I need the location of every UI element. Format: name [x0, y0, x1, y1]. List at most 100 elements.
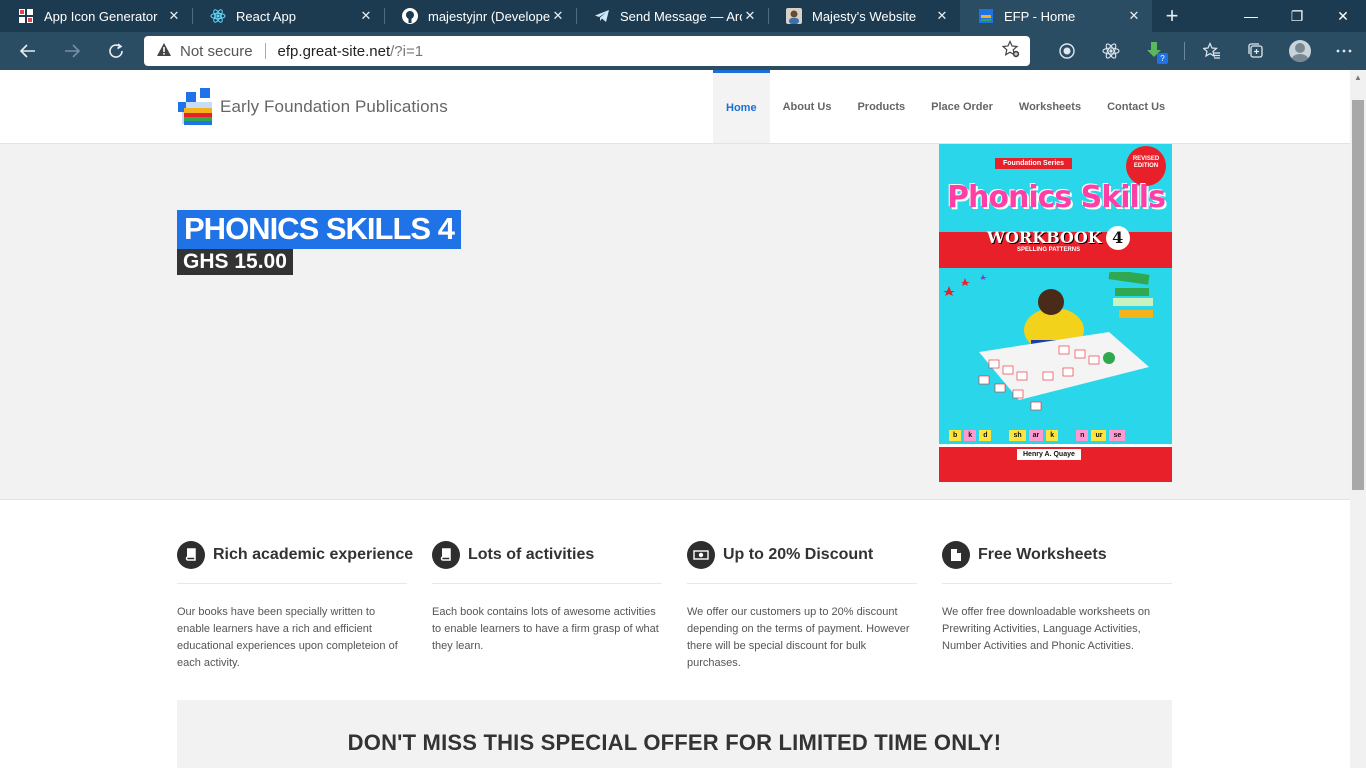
cover-letters: b k d sh ar k n ur se: [949, 430, 1128, 441]
cover-letter: ar: [1028, 430, 1044, 441]
forward-button[interactable]: [56, 35, 88, 67]
tab-title: majestyjnr (Developer M: [428, 8, 550, 24]
book-icon: [432, 541, 460, 569]
product-price: GHS 15.00: [177, 249, 293, 275]
react-favicon-icon: [210, 8, 226, 24]
nav-home[interactable]: Home: [713, 70, 770, 143]
close-icon[interactable]: ✕: [934, 8, 950, 24]
cover-letter: k: [1046, 430, 1059, 441]
divider: [432, 583, 662, 584]
hero-banner: PHONICS SKILLS 4 GHS 15.00 Foundation Se…: [0, 144, 1350, 500]
tab-title: React App: [236, 8, 296, 24]
feature-card: Lots of activities Each book contains lo…: [432, 540, 662, 672]
close-icon[interactable]: ✕: [358, 8, 374, 24]
close-icon[interactable]: ✕: [742, 8, 758, 24]
cover-letter: b: [949, 430, 962, 441]
download-icon[interactable]: ?: [1138, 36, 1172, 66]
cover-letter: k: [964, 430, 977, 441]
cover-workbook-label: WORKBOOK: [987, 228, 1102, 247]
cover-letter: ur: [1091, 430, 1107, 441]
browser-tab-bar: App Icon Generator ✕ React App ✕ majesty…: [0, 0, 1366, 32]
cover-letter: n: [1076, 430, 1089, 441]
maximize-button[interactable]: ❐: [1274, 0, 1320, 32]
book-cover-image: Foundation Series REVISED EDITION Phonic…: [939, 144, 1172, 482]
more-icon[interactable]: [1327, 36, 1361, 66]
feature-head: Free Worksheets: [942, 540, 1172, 570]
browser-toolbar: Not secure efp.great-site.net /?i=1 ?: [0, 32, 1366, 70]
arrow-right-icon: [65, 44, 81, 58]
cover-letter: d: [979, 430, 992, 441]
nav-place-order[interactable]: Place Order: [918, 70, 1006, 143]
page-viewport: Early Foundation Publications Home About…: [0, 70, 1350, 768]
nav-worksheets[interactable]: Worksheets: [1006, 70, 1094, 143]
feature-head: Up to 20% Discount: [687, 540, 917, 570]
avatar: [1289, 40, 1311, 62]
tab-title: Send Message — Archi: [620, 8, 742, 24]
tab-telegram[interactable]: Send Message — Archi ✕: [576, 0, 768, 32]
feature-text: We offer our customers up to 20% discoun…: [687, 606, 910, 669]
cover-number: 4: [1105, 226, 1130, 250]
close-icon[interactable]: ✕: [550, 8, 566, 24]
address-bar[interactable]: Not secure efp.great-site.net /?i=1: [144, 36, 1030, 66]
extension-badge: ?: [1157, 53, 1168, 64]
feature-head: Rich academic experience: [177, 540, 413, 570]
feature-title: Up to 20% Discount: [723, 546, 874, 563]
efp-logo: [178, 88, 216, 126]
profile-icon[interactable]: [1283, 36, 1317, 66]
record-icon[interactable]: [1050, 36, 1084, 66]
grid-favicon-icon: [18, 8, 34, 24]
special-offer-section: DON'T MISS THIS SPECIAL OFFER FOR LIMITE…: [177, 700, 1172, 768]
feature-card: Free Worksheets We offer free downloadab…: [942, 540, 1172, 672]
feature-head: Lots of activities: [432, 540, 662, 570]
nav-contact-us[interactable]: Contact Us: [1094, 70, 1178, 143]
cover-letter: sh: [1009, 430, 1026, 441]
warning-icon[interactable]: [156, 42, 172, 60]
main-nav: Home About Us Products Place Order Works…: [713, 70, 1178, 143]
brand[interactable]: Early Foundation Publications: [178, 88, 448, 126]
back-button[interactable]: [12, 35, 44, 67]
features-row: Rich academic experience Our books have …: [177, 540, 1172, 672]
tab-majesty-website[interactable]: Majesty's Website ✕: [768, 0, 960, 32]
cover-author: Henry A. Quaye: [1017, 449, 1081, 460]
favorites-icon[interactable]: [1195, 36, 1229, 66]
minimize-button[interactable]: —: [1228, 0, 1274, 32]
offer-title: DON'T MISS THIS SPECIAL OFFER FOR LIMITE…: [347, 730, 1002, 755]
divider: [687, 583, 917, 584]
cover-subtitle: SPELLING PATTERNS: [1017, 247, 1081, 253]
site-header: Early Foundation Publications Home About…: [0, 70, 1350, 144]
file-icon: [942, 541, 970, 569]
tab-react-app[interactable]: React App ✕: [192, 0, 384, 32]
tab-github[interactable]: majestyjnr (Developer M ✕: [384, 0, 576, 32]
close-window-button[interactable]: ✕: [1320, 0, 1366, 32]
url-host[interactable]: efp.great-site.net: [278, 43, 391, 60]
divider: [177, 583, 407, 584]
tab-title: Majesty's Website: [812, 8, 917, 24]
new-tab-button[interactable]: +: [1152, 0, 1192, 32]
refresh-icon: [109, 43, 123, 58]
efp-favicon-icon: [978, 8, 994, 24]
url-path[interactable]: /?i=1: [390, 43, 423, 60]
tab-app-icon-generator[interactable]: App Icon Generator ✕: [0, 0, 192, 32]
refresh-button[interactable]: [100, 35, 132, 67]
add-favorite-icon[interactable]: [1001, 39, 1020, 63]
window-controls: — ❐ ✕: [1228, 0, 1366, 32]
github-favicon-icon: [402, 8, 418, 24]
scrollbar-thumb[interactable]: [1352, 100, 1364, 490]
profile-favicon-icon: [786, 8, 802, 24]
feature-text: We offer free downloadable worksheets on…: [942, 606, 1151, 652]
tab-efp-home[interactable]: EFP - Home ✕: [960, 0, 1152, 32]
nav-about-us[interactable]: About Us: [770, 70, 845, 143]
divider: [264, 43, 266, 59]
nav-products[interactable]: Products: [844, 70, 918, 143]
close-icon[interactable]: ✕: [166, 8, 182, 24]
page-scrollbar[interactable]: ▲: [1350, 70, 1366, 768]
collections-icon[interactable]: [1239, 36, 1273, 66]
feature-text: Each book contains lots of awesome activ…: [432, 606, 659, 652]
money-icon: [687, 541, 715, 569]
atom-icon[interactable]: [1094, 36, 1128, 66]
scroll-up-icon[interactable]: ▲: [1350, 70, 1366, 86]
child-illustration: [943, 272, 1153, 411]
feature-title: Lots of activities: [468, 546, 595, 563]
close-icon[interactable]: ✕: [1126, 8, 1142, 24]
security-label[interactable]: Not secure: [180, 43, 253, 60]
